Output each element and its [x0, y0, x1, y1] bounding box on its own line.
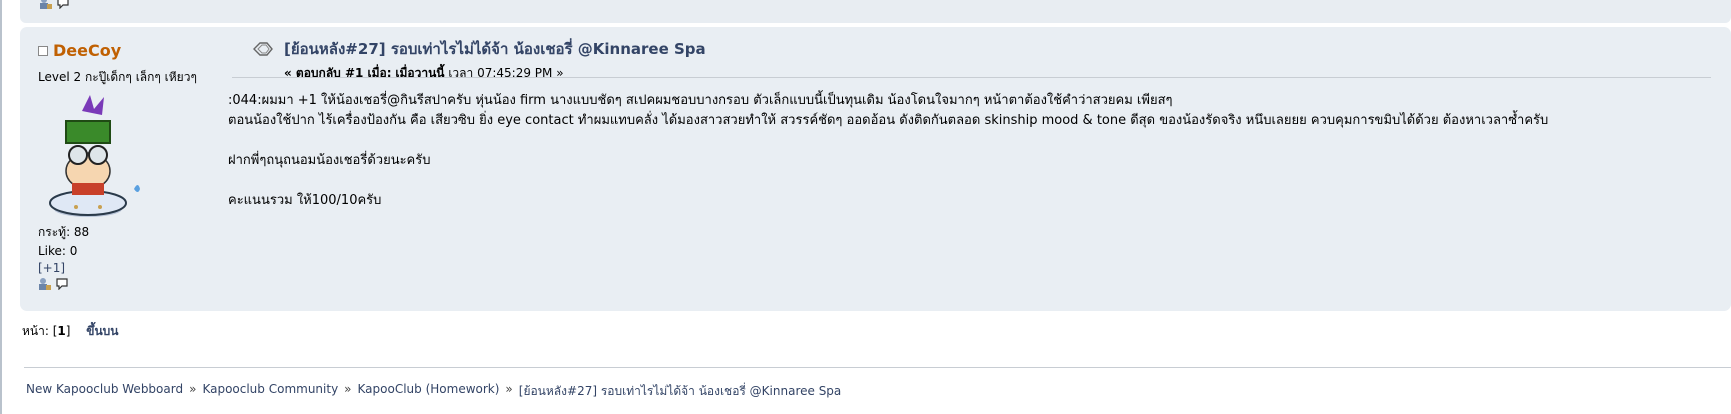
go-top-link[interactable]: ขึ้นบน: [86, 324, 118, 338]
post-icon: [253, 42, 273, 56]
profile-icon[interactable]: [38, 277, 52, 290]
breadcrumb-home[interactable]: New Kapooclub Webboard: [26, 382, 183, 401]
breadcrumb-community[interactable]: Kapooclub Community: [202, 382, 338, 401]
breadcrumb-board[interactable]: KapooClub (Homework): [358, 382, 500, 401]
poster-icons: [38, 277, 238, 290]
online-status-icon: [38, 45, 48, 56]
profile-icon[interactable]: [39, 0, 53, 9]
pm-icon[interactable]: [56, 0, 70, 9]
breadcrumb: New Kapooclub Webboard » Kapooclub Commu…: [26, 382, 841, 401]
body-line: [228, 171, 1688, 191]
post-count: กระทู้: 88: [38, 225, 90, 239]
breadcrumb-separator: »: [344, 382, 352, 396]
like-count: Like: 0: [38, 244, 78, 258]
pagination: หน้า: [1] ขึ้นบน: [22, 324, 119, 338]
forum-post: DeeCoy Level 2 กะปู๊เด็กๆ เล็กๆ เหียวๆ ก…: [20, 27, 1731, 311]
post-meta: « ตอบกลับ #1 เมื่อ: เมื่อวานนี้ เวลา 07:…: [284, 64, 1712, 83]
breadcrumb-topic[interactable]: [ย้อนหลัง#27] รอบเท่าไรไม่ได้จ้า น้องเชอ…: [519, 382, 842, 401]
header-divider: [232, 77, 1711, 78]
poster-title: Level 2 กะปู๊เด็กๆ เล็กๆ เหียวๆ: [38, 70, 197, 84]
previous-post-bottom: [20, 0, 1731, 23]
body-line: [228, 131, 1688, 151]
body-line: :044:ผมมา +1 ให้น้องเชอรี่@กินรีสปาครับ …: [228, 93, 1173, 108]
poster-info: DeeCoy Level 2 กะปู๊เด็กๆ เล็กๆ เหียวๆ ก…: [38, 41, 238, 290]
body-line: ฝากพี่ๆถนุถนอมน้องเชอรี่ด้วยนะครับ: [228, 153, 431, 168]
page-left-edge: [0, 0, 2, 414]
post-subject[interactable]: [ย้อนหลัง#27] รอบเท่าไรไม่ได้จ้า น้องเชอ…: [284, 37, 706, 61]
avatar: [49, 95, 140, 217]
breadcrumb-separator: »: [505, 382, 513, 396]
previous-post-icons: [39, 0, 70, 9]
body-line: ตอนน้องใช้ปาก ไร้เครื่องป้องกัน คือ เสีย…: [228, 113, 1549, 128]
breadcrumb-separator: »: [189, 382, 197, 396]
current-page: 1: [57, 324, 66, 338]
plus-one-link[interactable]: [+1]: [38, 261, 238, 275]
pm-icon[interactable]: [55, 277, 69, 290]
poster-name[interactable]: DeeCoy: [53, 41, 121, 60]
post-body: :044:ผมมา +1 ให้น้องเชอรี่@กินรีสปาครับ …: [228, 91, 1688, 211]
page-label: หน้า:: [22, 324, 49, 338]
footer-divider: [24, 367, 1731, 368]
body-line: คะแนนรวม ให้100/10ครับ: [228, 193, 382, 208]
